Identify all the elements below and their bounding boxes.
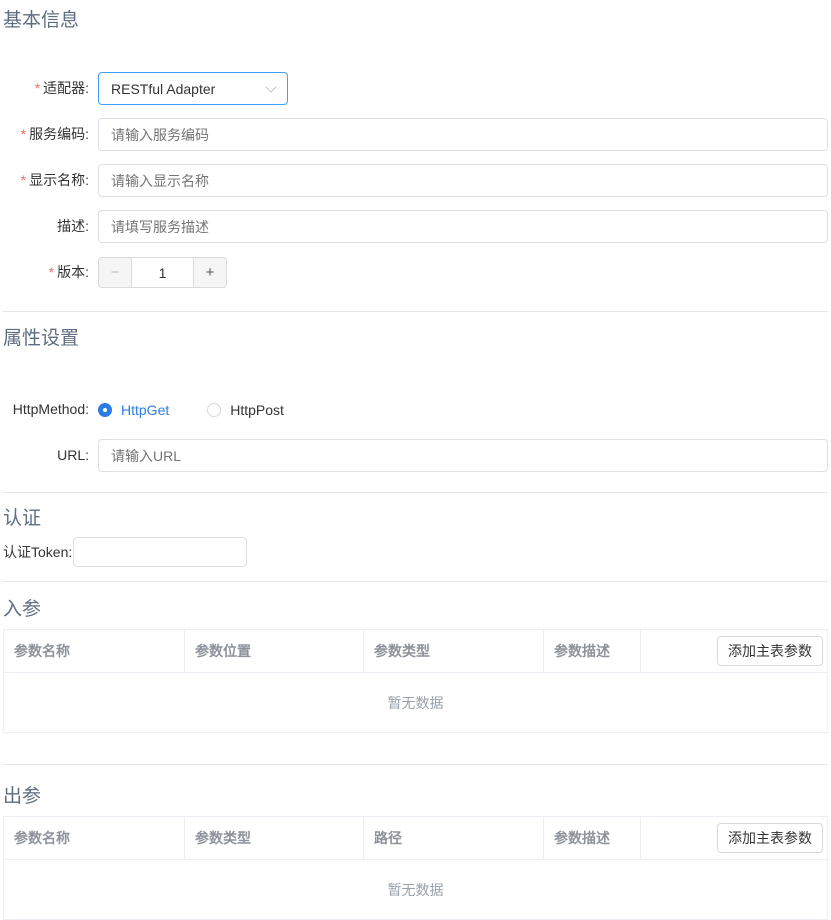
version-row: *版本: − + (3, 256, 828, 289)
url-input[interactable] (98, 439, 828, 472)
column-header-param-type: 参数类型 (184, 816, 364, 860)
add-input-param-button[interactable]: 添加主表参数 (717, 636, 823, 666)
section-divider (3, 764, 828, 765)
input-params-header-row: 参数名称 参数位置 参数类型 参数描述 添加主表参数 (3, 629, 828, 673)
input-params-empty-row: 暂无数据 (4, 673, 828, 733)
column-header-path: 路径 (363, 816, 544, 860)
required-asterisk: * (20, 126, 27, 142)
section-divider (3, 311, 828, 312)
http-method-radio-group: HttpGet HttpPost (98, 402, 322, 418)
input-params-table: 参数名称 参数位置 参数类型 参数描述 添加主表参数 暂无数据 (3, 629, 828, 733)
service-config-form: 基本信息 *适配器: RESTful Adapter *服务编码: *显示名称:… (0, 0, 831, 920)
section-divider (3, 492, 828, 493)
url-row: URL: (3, 439, 828, 472)
section-title-properties: 属性设置 (3, 328, 80, 349)
output-params-actions-header: 添加主表参数 (640, 816, 828, 860)
service-code-input[interactable] (98, 118, 828, 151)
display-name-label: * 显示名称: (20, 172, 89, 188)
http-method-label: HttpMethod: (12, 401, 89, 417)
required-asterisk: * (34, 80, 41, 96)
version-value-input[interactable] (131, 258, 194, 287)
input-params-actions-header: 添加主表参数 (640, 629, 828, 673)
description-label: 描述: (57, 218, 89, 234)
description-input[interactable] (98, 210, 828, 243)
adapter-row: * 适配器: RESTful Adapter (3, 72, 828, 105)
adapter-label: * 适配器: (34, 80, 89, 96)
required-asterisk: * (48, 264, 55, 280)
radio-option-httppost[interactable]: HttpPost (207, 402, 284, 418)
empty-data-text: 暂无数据 (387, 694, 444, 711)
version-increase-button[interactable]: + (194, 258, 226, 287)
version-label: * 版本: (48, 264, 89, 280)
service-code-label: * 服务编码: (20, 126, 89, 142)
adapter-selected-value: RESTful Adapter (111, 80, 216, 97)
section-title-input-params: 入参 (3, 599, 42, 620)
empty-data-text: 暂无数据 (387, 881, 444, 898)
column-header-param-description: 参数描述 (543, 629, 641, 673)
chevron-down-icon (265, 80, 277, 93)
section-title-output-params: 出参 (3, 786, 42, 807)
section-divider (3, 581, 828, 582)
column-header-param-description: 参数描述 (543, 816, 641, 860)
column-header-param-type: 参数类型 (363, 629, 544, 673)
column-header-param-name: 参数名称 (3, 816, 185, 860)
section-title-basic-info: 基本信息 (3, 10, 80, 31)
column-header-param-name: 参数名称 (3, 629, 185, 673)
column-header-param-position: 参数位置 (184, 629, 364, 673)
radio-option-httpget[interactable]: HttpGet (98, 402, 169, 418)
radio-unselected-icon (207, 402, 222, 417)
output-params-table: 参数名称 参数类型 路径 参数描述 添加主表参数 暂无数据 (3, 816, 828, 920)
adapter-select[interactable]: RESTful Adapter (98, 72, 288, 105)
display-name-row: * 显示名称: (3, 164, 828, 197)
version-decrease-button[interactable]: − (99, 258, 131, 287)
auth-token-row: 认证Token: (3, 537, 828, 567)
description-row: 描述: (3, 210, 828, 243)
auth-token-input[interactable] (73, 537, 248, 567)
radio-httppost-label: HttpPost (230, 401, 284, 418)
section-title-auth: 认证 (3, 508, 42, 529)
required-asterisk: * (20, 172, 27, 188)
radio-httpget-label: HttpGet (121, 401, 170, 418)
display-name-input[interactable] (98, 164, 828, 197)
version-stepper: − + (98, 257, 227, 288)
http-method-row: HttpMethod: HttpGet HttpPost (3, 393, 828, 426)
add-output-param-button[interactable]: 添加主表参数 (717, 823, 823, 853)
output-params-empty-row: 暂无数据 (4, 860, 828, 920)
url-label: URL: (57, 447, 89, 463)
radio-selected-icon (98, 402, 112, 417)
output-params-header-row: 参数名称 参数类型 路径 参数描述 添加主表参数 (3, 816, 828, 860)
service-code-row: * 服务编码: (3, 118, 828, 151)
auth-token-label: 认证Token: (3, 544, 73, 560)
